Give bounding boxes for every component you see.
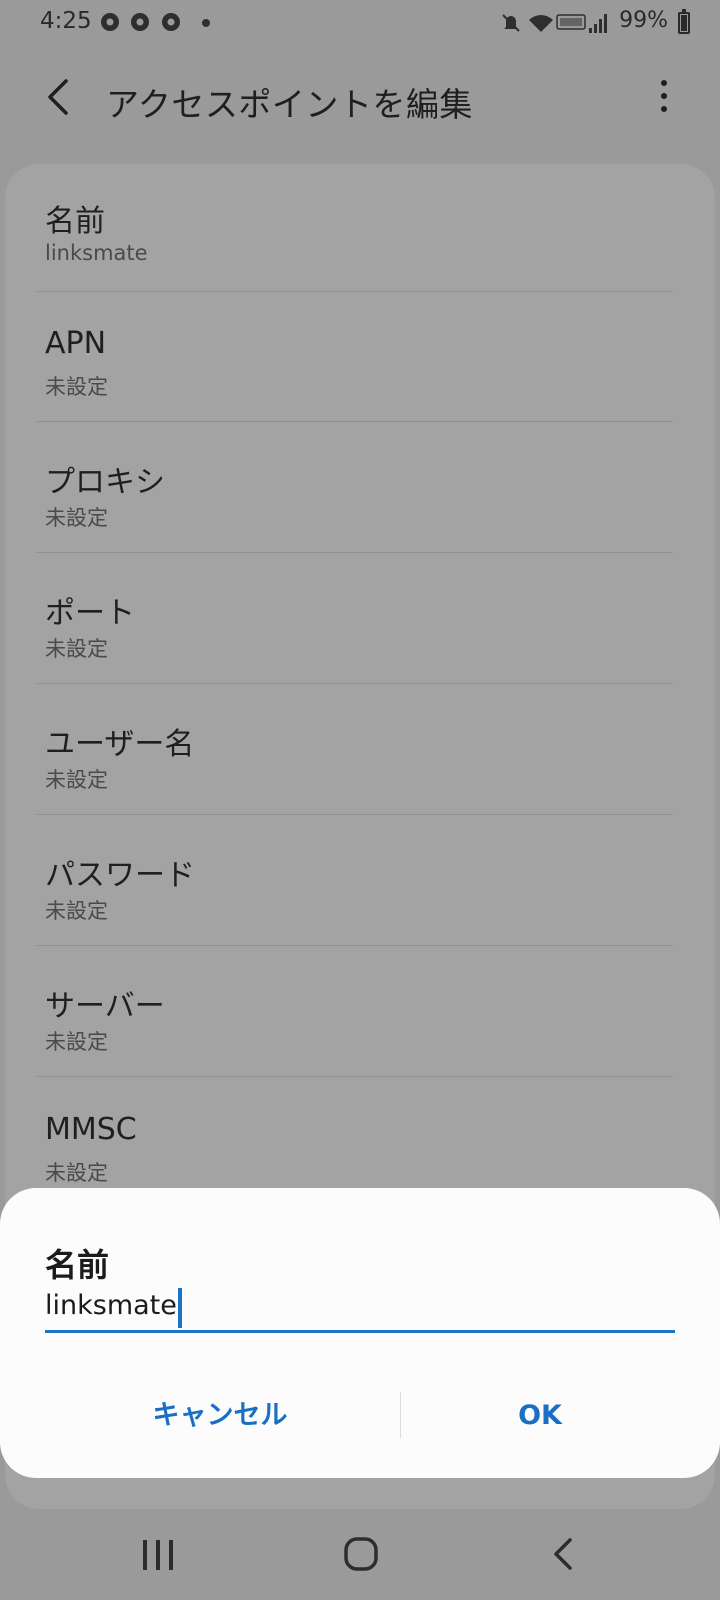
notification-dot (202, 19, 210, 27)
mute-icon (502, 14, 520, 32)
setting-title: ユーザー名 (45, 727, 195, 762)
ok-button[interactable]: OK (400, 1388, 680, 1444)
setting-value: 未設定 (45, 899, 108, 923)
setting-title: APN (45, 326, 107, 361)
navigation-bar (0, 1510, 720, 1600)
setting-item-port[interactable]: ポート 未設定 (5, 556, 715, 684)
setting-value: 未設定 (45, 375, 108, 399)
name-input-value: linksmate (45, 1290, 177, 1321)
chevron-left-icon[interactable] (38, 75, 82, 119)
setting-title: ポート (45, 596, 135, 631)
status-bar: 4:25 99% (0, 0, 720, 46)
setting-item-server[interactable]: サーバー 未設定 (5, 949, 715, 1077)
divider (37, 552, 673, 553)
more-vertical-icon[interactable] (658, 80, 670, 120)
setting-value: 未設定 (45, 637, 108, 661)
setting-title: パスワード (45, 858, 195, 893)
setting-item-password[interactable]: パスワード 未設定 (5, 818, 715, 946)
divider (37, 1076, 673, 1077)
chrome-icon (101, 13, 119, 31)
battery-percent: 99% (619, 8, 668, 33)
divider (37, 421, 673, 422)
divider (37, 945, 673, 946)
back-icon[interactable] (548, 1536, 578, 1572)
setting-value: linksmate (45, 241, 148, 265)
setting-value: 未設定 (45, 768, 108, 792)
divider (37, 814, 673, 815)
setting-item-apn[interactable]: APN 未設定 (5, 294, 715, 422)
page-title: アクセスポイントを編集 (106, 85, 473, 124)
divider (37, 291, 673, 292)
setting-title: プロキシ (45, 465, 165, 500)
setting-title: サーバー (45, 989, 165, 1024)
home-icon[interactable] (344, 1537, 378, 1571)
setting-title: 名前 (45, 204, 105, 239)
setting-title: MMSC (45, 1112, 137, 1147)
volte-icon (556, 14, 586, 30)
status-time: 4:25 (40, 8, 92, 34)
battery-level (681, 15, 687, 31)
setting-value: 未設定 (45, 506, 108, 530)
signal-icon (589, 14, 607, 33)
text-cursor (177, 1288, 182, 1328)
chrome-icon (162, 13, 180, 31)
battery-icon (678, 9, 690, 34)
recents-icon[interactable] (143, 1540, 177, 1570)
app-header: アクセスポイントを編集 (0, 60, 720, 140)
edit-name-dialog: 名前 linksmate キャンセル OK (0, 1188, 720, 1478)
divider (37, 683, 673, 684)
setting-item-name[interactable]: 名前 linksmate (5, 164, 715, 292)
dialog-title: 名前 (45, 1246, 110, 1284)
wifi-icon (529, 15, 553, 32)
setting-value: 未設定 (45, 1030, 108, 1054)
setting-item-proxy[interactable]: プロキシ 未設定 (5, 425, 715, 553)
setting-item-username[interactable]: ユーザー名 未設定 (5, 687, 715, 815)
setting-value: 未設定 (45, 1161, 108, 1185)
cancel-button[interactable]: キャンセル (50, 1388, 390, 1444)
name-input[interactable]: linksmate (45, 1288, 675, 1333)
chrome-icon (131, 13, 149, 31)
